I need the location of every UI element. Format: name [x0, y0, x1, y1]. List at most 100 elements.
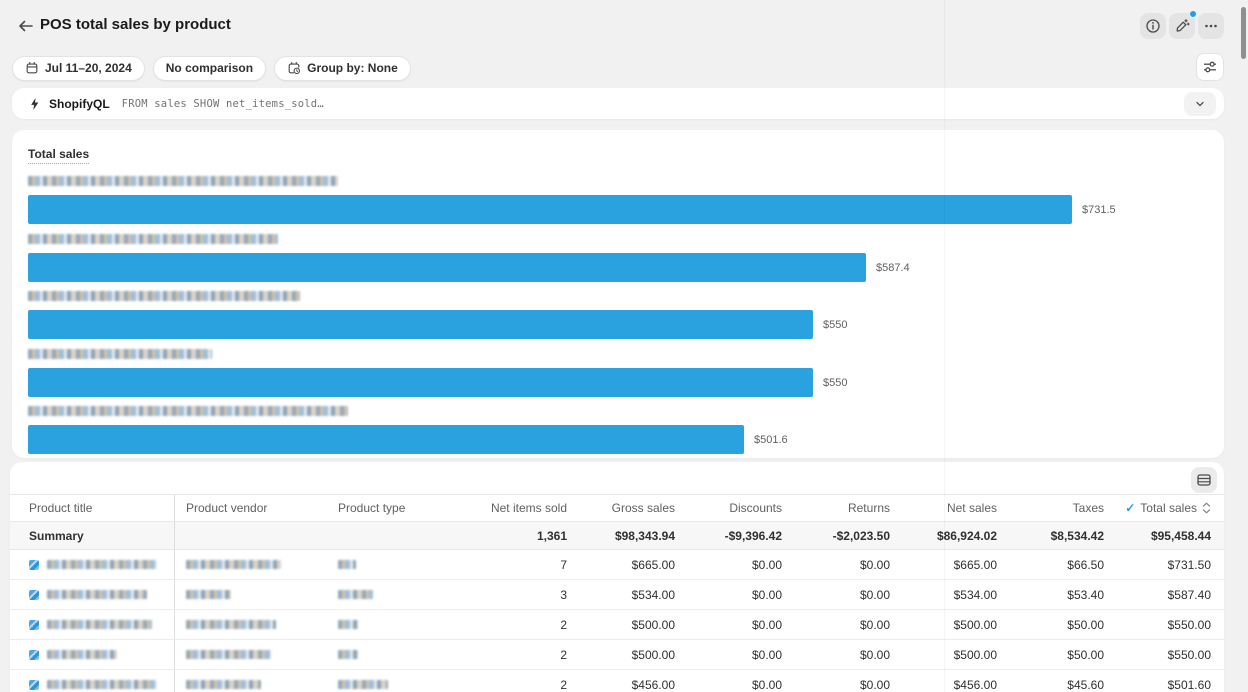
product-type-cell: [327, 640, 467, 669]
shopifyql-bar[interactable]: ShopifyQL FROM sales SHOW net_items_sold…: [12, 88, 1224, 119]
product-vendor-cell: [175, 640, 327, 669]
value-cell: $0.00: [683, 640, 790, 669]
table-header-row: Product titleProduct vendor Product type N…: [10, 494, 1224, 522]
summary-value: 1,361: [467, 522, 575, 549]
page-title: POS total sales by product: [40, 16, 231, 33]
bar-group: $501.6: [28, 406, 1208, 454]
magic-pencil-icon: [1174, 18, 1190, 34]
product-title-redacted: [47, 650, 117, 659]
summary-type-empty: [327, 522, 467, 549]
expand-query-button[interactable]: [1184, 92, 1216, 116]
magic-edit-button[interactable]: [1169, 13, 1195, 39]
column-header-total-sales[interactable]: ✓Total sales: [1112, 495, 1224, 521]
value-cell: $665.00: [898, 550, 1005, 579]
column-header-returns[interactable]: Returns: [790, 495, 898, 521]
summary-value: $98,343.94: [575, 522, 683, 549]
value-cell: $0.00: [683, 670, 790, 692]
value-cell: $500.00: [898, 610, 1005, 639]
report-table-card: Product titleProduct vendor Product type N…: [10, 462, 1224, 692]
product-vendor-redacted: [186, 620, 276, 629]
value-cell: $731.50: [1112, 550, 1224, 579]
column-header-taxes[interactable]: Taxes: [1005, 495, 1112, 521]
product-thumbnail: [29, 680, 39, 690]
product-type-cell: [327, 550, 467, 579]
value-cell: $500.00: [575, 610, 683, 639]
column-header-net-sales[interactable]: Net sales: [898, 495, 1005, 521]
value-cell: 2: [467, 610, 575, 639]
bar-value-label: $550: [823, 319, 847, 331]
value-cell: $0.00: [683, 610, 790, 639]
value-cell: $50.00: [1005, 640, 1112, 669]
column-header-label: Product type: [338, 501, 405, 515]
product-title-redacted: [47, 590, 147, 599]
product-title-cell: [10, 670, 175, 692]
summary-value: $95,458.44: [1112, 522, 1224, 549]
date-range-pill[interactable]: Jul 11–20, 2024: [12, 56, 145, 81]
lightning-bolt-icon: [28, 97, 41, 111]
column-header-gross-sales[interactable]: Gross sales: [575, 495, 683, 521]
back-button[interactable]: [14, 15, 36, 37]
bar-value-label: $587.4: [876, 262, 910, 274]
info-icon: [1145, 18, 1161, 34]
product-title-cell: [10, 550, 175, 579]
product-type-redacted: [338, 590, 373, 599]
date-range-label: Jul 11–20, 2024: [45, 61, 132, 75]
group-by-label: Group by: None: [307, 61, 398, 75]
value-cell: $665.00: [575, 550, 683, 579]
product-vendor-redacted: [186, 650, 271, 659]
summary-label: Summary: [10, 522, 175, 549]
column-header-product-vendor[interactable]: Product vendor: [175, 495, 327, 521]
vertical-scrollbar-thumb[interactable]: [1241, 7, 1246, 59]
column-header-product-type[interactable]: Product type: [327, 495, 467, 521]
comparison-pill[interactable]: No comparison: [153, 56, 266, 81]
value-cell: $456.00: [575, 670, 683, 692]
column-header-net-items-sold[interactable]: Net items sold: [467, 495, 575, 521]
value-cell: $0.00: [790, 610, 898, 639]
column-header-discounts[interactable]: Discounts: [683, 495, 790, 521]
chart-bar[interactable]: [28, 253, 866, 282]
chart-bar[interactable]: [28, 310, 813, 339]
value-cell: $0.00: [790, 550, 898, 579]
bar-value-label: $501.6: [754, 434, 788, 446]
value-cell: $53.40: [1005, 580, 1112, 609]
value-cell: $45.60: [1005, 670, 1112, 692]
chart-bar[interactable]: [28, 195, 1072, 224]
data-table: Product titleProduct vendor Product type N…: [10, 494, 1224, 692]
arrow-left-icon: [17, 18, 34, 34]
info-button[interactable]: [1140, 13, 1166, 39]
chart-bar[interactable]: [28, 368, 813, 397]
total-sales-chart-card: Total sales $731.5$587.4$550$550$501.6: [12, 130, 1224, 458]
chart-bar[interactable]: [28, 425, 744, 454]
bar-value-label: $731.5: [1082, 204, 1116, 216]
table-view-button[interactable]: [1191, 467, 1217, 493]
value-cell: $534.00: [575, 580, 683, 609]
summary-value: -$2,023.50: [790, 522, 898, 549]
report-header: POS total sales by product: [0, 0, 1248, 52]
value-cell: $50.00: [1005, 610, 1112, 639]
column-header-product-title[interactable]: Product title: [10, 495, 175, 521]
ellipsis-icon: [1203, 18, 1219, 34]
product-vendor-cell: [175, 670, 327, 692]
group-by-pill[interactable]: Group by: None: [274, 56, 411, 81]
more-actions-button[interactable]: [1198, 13, 1224, 39]
value-cell: $0.00: [790, 670, 898, 692]
product-type-cell: [327, 580, 467, 609]
column-header-label: Gross sales: [612, 501, 675, 515]
column-header-label: Net items sold: [491, 501, 567, 515]
summary-row: Summary 1,361$98,343.94-$9,396.42-$2,023.…: [10, 522, 1224, 550]
customize-button[interactable]: [1196, 53, 1224, 81]
calendar-clock-icon: [287, 61, 301, 75]
value-cell: $0.00: [683, 580, 790, 609]
product-title-redacted: [47, 680, 157, 689]
column-header-label: Net sales: [947, 501, 997, 515]
product-type-redacted: [338, 560, 356, 569]
product-type-redacted: [338, 650, 358, 659]
value-cell: $550.00: [1112, 610, 1224, 639]
summary-value: -$9,396.42: [683, 522, 790, 549]
bar-value-label: $550: [823, 377, 847, 389]
product-type-cell: [327, 670, 467, 692]
column-header-label: Taxes: [1073, 501, 1104, 515]
table-icon: [1196, 472, 1212, 488]
chevron-down-icon: [1193, 97, 1207, 111]
value-cell: $501.60: [1112, 670, 1224, 692]
